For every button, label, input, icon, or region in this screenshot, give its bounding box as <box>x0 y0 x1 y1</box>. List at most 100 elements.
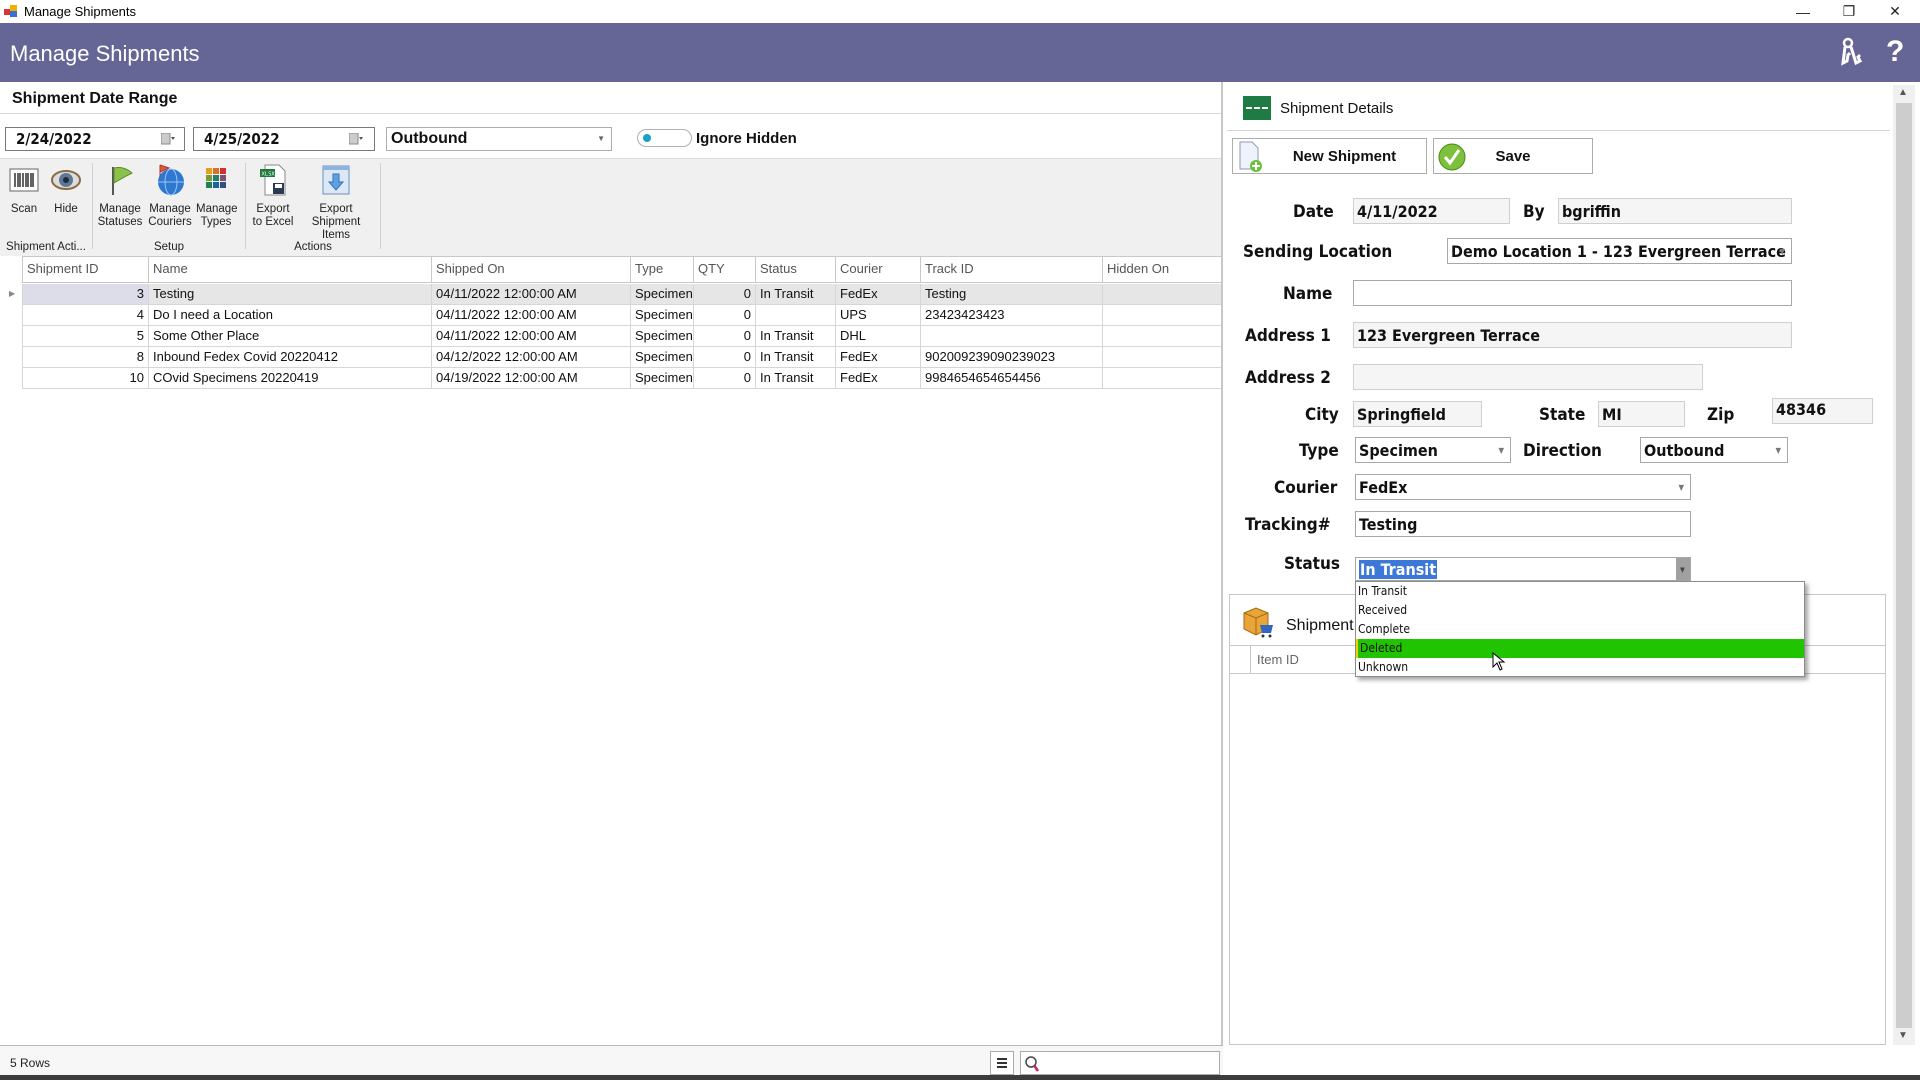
scan-button[interactable]: Scan <box>6 163 42 216</box>
table-row[interactable]: ▶ 3 Testing 04/11/2022 12:00:00 AM Specimen 0… <box>9 284 1221 305</box>
cell-status[interactable]: In Transit <box>755 326 835 346</box>
cell-qty[interactable]: 0 <box>693 284 755 304</box>
start-date-input[interactable]: 2/24/2022 <box>5 127 185 151</box>
manage-couriers-button[interactable]: Manage Couriers <box>147 163 193 229</box>
cell-status[interactable] <box>755 305 835 325</box>
cell-id[interactable]: 4 <box>22 305 148 325</box>
cell-name[interactable]: Inbound Fedex Covid 20220412 <box>148 347 431 367</box>
save-button[interactable]: Save <box>1433 138 1593 174</box>
cell-id[interactable]: 5 <box>22 326 148 346</box>
column-header-type[interactable]: Type <box>630 257 693 283</box>
column-header-item-id[interactable]: Item ID <box>1250 646 1299 673</box>
sending-location-select[interactable]: Demo Location 1 - 123 Evergreen Terrace … <box>1447 238 1792 264</box>
cell-type[interactable]: Specimen <box>630 347 693 367</box>
cell-hidden-on[interactable] <box>1102 368 1221 388</box>
status-option[interactable]: Complete <box>1356 620 1804 639</box>
restore-button[interactable]: ❐ <box>1826 0 1872 23</box>
address1-field[interactable]: 123 Evergreen Terrace <box>1353 322 1792 348</box>
cell-hidden-on[interactable] <box>1102 326 1221 346</box>
end-date-input[interactable]: 4/25/2022 <box>193 127 375 151</box>
cell-hidden-on[interactable] <box>1102 305 1221 325</box>
new-shipment-button[interactable]: New Shipment <box>1232 138 1427 174</box>
cell-track-id[interactable]: Testing <box>920 284 1102 304</box>
column-menu-button[interactable] <box>990 1051 1014 1075</box>
direction-select[interactable]: Outbound ▼ <box>386 127 612 151</box>
cell-shipped-on[interactable]: 04/19/2022 12:00:00 AM <box>431 368 630 388</box>
cell-qty[interactable]: 0 <box>693 326 755 346</box>
help-icon[interactable]: ? <box>1886 35 1904 69</box>
cell-type[interactable]: Specimen <box>630 305 693 325</box>
column-header-courier[interactable]: Courier <box>835 257 920 283</box>
manage-types-button[interactable]: Manage Types <box>196 163 238 229</box>
cell-courier[interactable]: FedEx <box>835 368 920 388</box>
cell-shipped-on[interactable]: 04/11/2022 12:00:00 AM <box>431 326 630 346</box>
details-scrollbar[interactable]: ▲ ▼ <box>1893 85 1915 1045</box>
cell-id[interactable]: 8 <box>22 347 148 367</box>
cell-track-id[interactable] <box>920 326 1102 346</box>
cell-type[interactable]: Specimen <box>630 284 693 304</box>
column-header-shipped-on[interactable]: Shipped On <box>431 257 630 283</box>
cell-courier[interactable]: UPS <box>835 305 920 325</box>
cell-type[interactable]: Specimen <box>630 326 693 346</box>
status-option[interactable]: Received <box>1356 601 1804 620</box>
grid-search-input[interactable] <box>1020 1051 1220 1075</box>
cell-courier[interactable]: FedEx <box>835 347 920 367</box>
by-field[interactable]: bgriffin <box>1558 198 1792 224</box>
cell-hidden-on[interactable] <box>1102 284 1221 304</box>
manage-statuses-button[interactable]: Manage Statuses <box>97 163 143 229</box>
scroll-up-icon[interactable]: ▲ <box>1898 87 1908 98</box>
cell-qty[interactable]: 0 <box>693 347 755 367</box>
column-header-track-id[interactable]: Track ID <box>920 257 1102 283</box>
type-select[interactable]: Specimen ▼ <box>1355 437 1511 463</box>
tracking-field[interactable]: Testing <box>1355 511 1691 537</box>
status-dropdown-button[interactable]: ▼ <box>1676 558 1690 580</box>
direction-select-detail[interactable]: Outbound ▼ <box>1640 437 1788 463</box>
cell-courier[interactable]: FedEx <box>835 284 920 304</box>
cell-track-id[interactable]: 23423423423 <box>920 305 1102 325</box>
hide-button[interactable]: Hide <box>48 163 84 216</box>
courier-select[interactable]: FedEx ▼ <box>1355 474 1691 500</box>
cell-hidden-on[interactable] <box>1102 347 1221 367</box>
table-row[interactable]: 5 Some Other Place 04/11/2022 12:00:00 AM S… <box>22 326 1221 347</box>
cell-track-id[interactable]: 9984654654654456 <box>920 368 1102 388</box>
close-button[interactable]: ✕ <box>1872 0 1918 23</box>
table-row[interactable]: 10 COvid Specimens 20220419 04/19/2022 12:… <box>22 368 1221 389</box>
cell-status[interactable]: In Transit <box>755 368 835 388</box>
keys-icon[interactable] <box>1838 37 1864 67</box>
status-option[interactable]: In Transit <box>1356 582 1804 601</box>
cell-qty[interactable]: 0 <box>693 305 755 325</box>
scroll-down-icon[interactable]: ▼ <box>1898 1030 1908 1041</box>
cell-status[interactable]: In Transit <box>755 347 835 367</box>
city-field[interactable]: Springfield <box>1353 401 1482 427</box>
date-field[interactable]: 4/11/2022 <box>1353 198 1510 224</box>
name-field[interactable] <box>1353 280 1792 306</box>
cell-name[interactable]: COvid Specimens 20220419 <box>148 368 431 388</box>
cell-id[interactable]: 3 <box>22 284 148 304</box>
cell-courier[interactable]: DHL <box>835 326 920 346</box>
cell-name[interactable]: Do I need a Location <box>148 305 431 325</box>
cell-status[interactable]: In Transit <box>755 284 835 304</box>
table-row[interactable]: 4 Do I need a Location 04/11/2022 12:00:00… <box>22 305 1221 326</box>
cell-shipped-on[interactable]: 04/11/2022 12:00:00 AM <box>431 284 630 304</box>
cell-name[interactable]: Some Other Place <box>148 326 431 346</box>
cell-track-id[interactable]: 902009239090239023 <box>920 347 1102 367</box>
export-excel-button[interactable]: XLSX Export to Excel <box>250 163 296 229</box>
table-row[interactable]: 8 Inbound Fedex Covid 20220412 04/12/2022 … <box>22 347 1221 368</box>
column-header-id[interactable]: Shipment ID <box>22 257 148 283</box>
cell-type[interactable]: Specimen <box>630 368 693 388</box>
scrollbar-thumb[interactable] <box>1896 103 1912 1028</box>
column-header-hidden-on[interactable]: Hidden On <box>1102 257 1221 283</box>
calendar-icon[interactable] <box>349 133 363 145</box>
column-header-name[interactable]: Name <box>148 257 431 283</box>
state-field[interactable]: MI <box>1598 401 1685 427</box>
cell-name[interactable]: Testing <box>148 284 431 304</box>
column-header-status[interactable]: Status <box>755 257 835 283</box>
status-option[interactable]: Unknown <box>1356 658 1804 677</box>
minimize-button[interactable]: — <box>1780 0 1826 23</box>
cell-qty[interactable]: 0 <box>693 368 755 388</box>
ignore-hidden-toggle[interactable] <box>637 129 692 147</box>
status-select[interactable]: In Transit ▼ <box>1355 557 1691 581</box>
export-items-button[interactable]: Export Shipment Items <box>298 163 374 242</box>
status-option-hovered[interactable]: Deleted <box>1356 639 1804 658</box>
address2-field[interactable] <box>1353 364 1703 390</box>
